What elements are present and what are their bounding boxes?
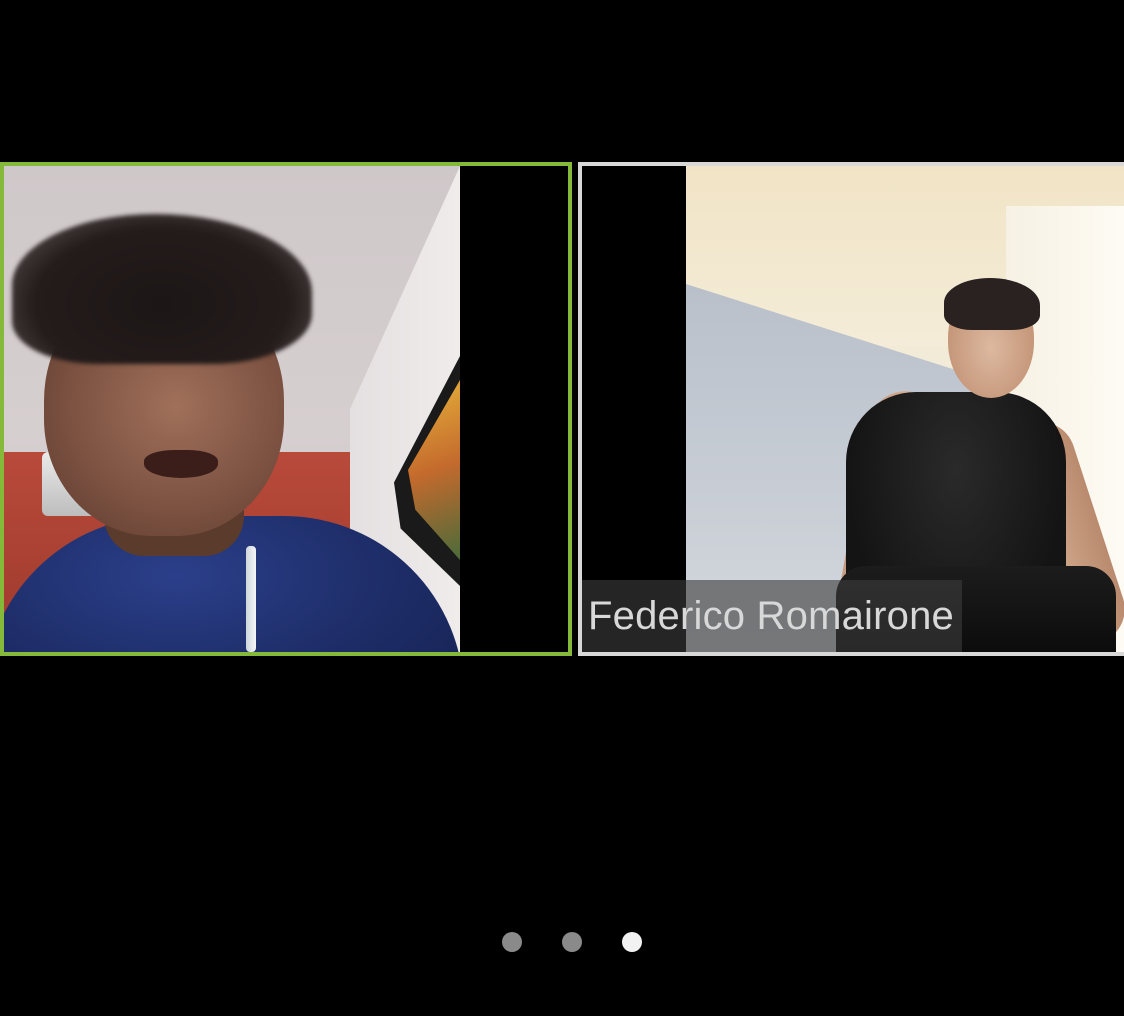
meeting-screen: Federico Romairone <box>0 0 1124 1016</box>
participant-mouth <box>144 450 218 478</box>
page-dot-2[interactable] <box>562 932 582 952</box>
participant-hair <box>944 278 1040 330</box>
participant-hair <box>12 214 312 364</box>
participant-tile-active-speaker[interactable] <box>0 162 572 656</box>
participant-name-label: Federico Romairone <box>582 580 962 652</box>
participant-video <box>4 166 460 652</box>
page-dot-1[interactable] <box>502 932 522 952</box>
page-indicator[interactable] <box>0 932 1124 952</box>
page-dot-3-active[interactable] <box>622 932 642 952</box>
earphone-cable <box>246 546 256 652</box>
participant-tile[interactable]: Federico Romairone <box>578 162 1124 656</box>
